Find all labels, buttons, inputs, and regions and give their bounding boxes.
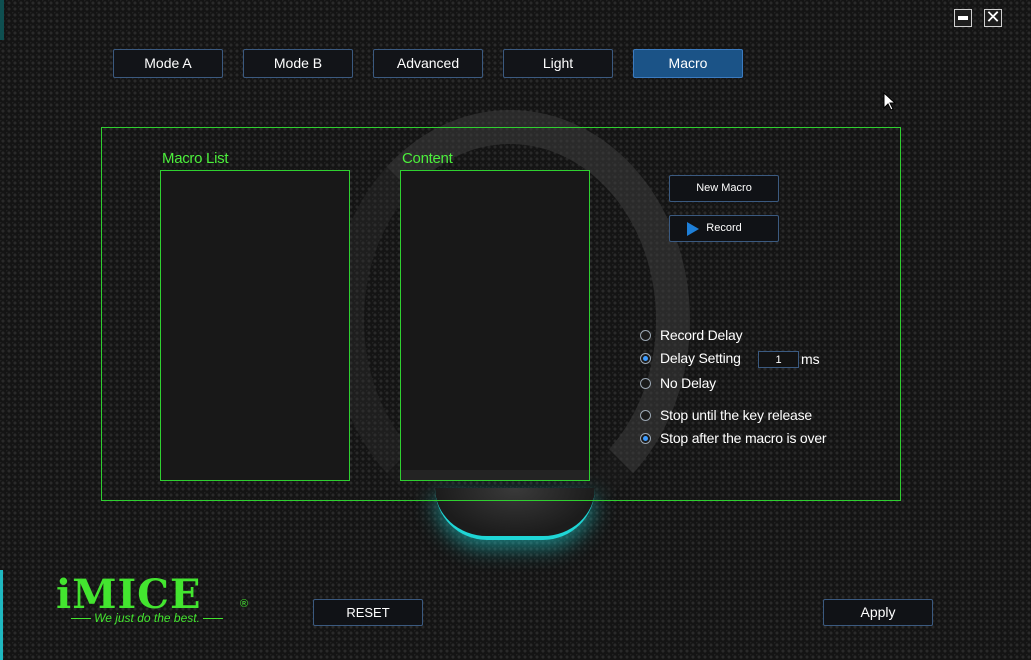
tab-light[interactable]: Light (503, 49, 613, 78)
record-label: Record (706, 222, 742, 234)
stop-after-over-radio[interactable] (640, 432, 651, 444)
delay-setting-option[interactable]: Delay Setting (640, 349, 741, 367)
delay-setting-label: Delay Setting (660, 350, 741, 366)
registered-mark: ® (240, 598, 249, 610)
close-button[interactable]: ✕ (984, 7, 1002, 27)
record-button[interactable]: Record (669, 215, 779, 242)
mouse-cursor-icon (883, 92, 897, 111)
stop-until-release-option[interactable]: Stop until the key release (640, 406, 812, 424)
new-macro-button[interactable]: New Macro (669, 175, 779, 202)
no-delay-radio[interactable] (640, 377, 651, 389)
brand-tagline: We just do the best. (56, 610, 238, 626)
stop-until-release-label: Stop until the key release (660, 407, 813, 423)
minimize-icon (958, 16, 968, 20)
stop-after-over-label: Stop after the macro is over (660, 430, 827, 446)
record-delay-radio[interactable] (640, 329, 651, 341)
delay-setting-radio[interactable] (640, 352, 651, 364)
delay-value-input[interactable] (758, 351, 799, 368)
content-scroll-strip (401, 470, 589, 480)
content-list-box[interactable] (400, 170, 590, 481)
brand-tagline-text: We just do the best. (94, 611, 200, 625)
play-icon (687, 222, 699, 236)
stop-until-release-radio[interactable] (640, 409, 651, 421)
record-delay-option[interactable]: Record Delay (640, 326, 743, 344)
record-delay-label: Record Delay (660, 327, 743, 343)
no-delay-option[interactable]: No Delay (640, 374, 716, 392)
tab-mode-a[interactable]: Mode A (113, 49, 223, 78)
content-title: Content (402, 150, 453, 167)
macro-list-box[interactable] (160, 170, 350, 481)
stop-after-over-option[interactable]: Stop after the macro is over (640, 429, 827, 447)
window-edge-glow-decoration (0, 570, 3, 660)
tab-advanced[interactable]: Advanced (373, 49, 483, 78)
minimize-button[interactable] (954, 9, 972, 27)
macro-list-title: Macro List (162, 150, 229, 167)
no-delay-label: No Delay (660, 375, 716, 391)
window-edge-decoration (0, 0, 4, 40)
apply-button[interactable]: Apply (823, 599, 933, 626)
tab-mode-b[interactable]: Mode B (243, 49, 353, 78)
tab-macro[interactable]: Macro (633, 49, 743, 78)
delay-unit-label: ms (801, 351, 820, 367)
close-icon: ✕ (985, 7, 1001, 27)
reset-button[interactable]: RESET (313, 599, 423, 626)
